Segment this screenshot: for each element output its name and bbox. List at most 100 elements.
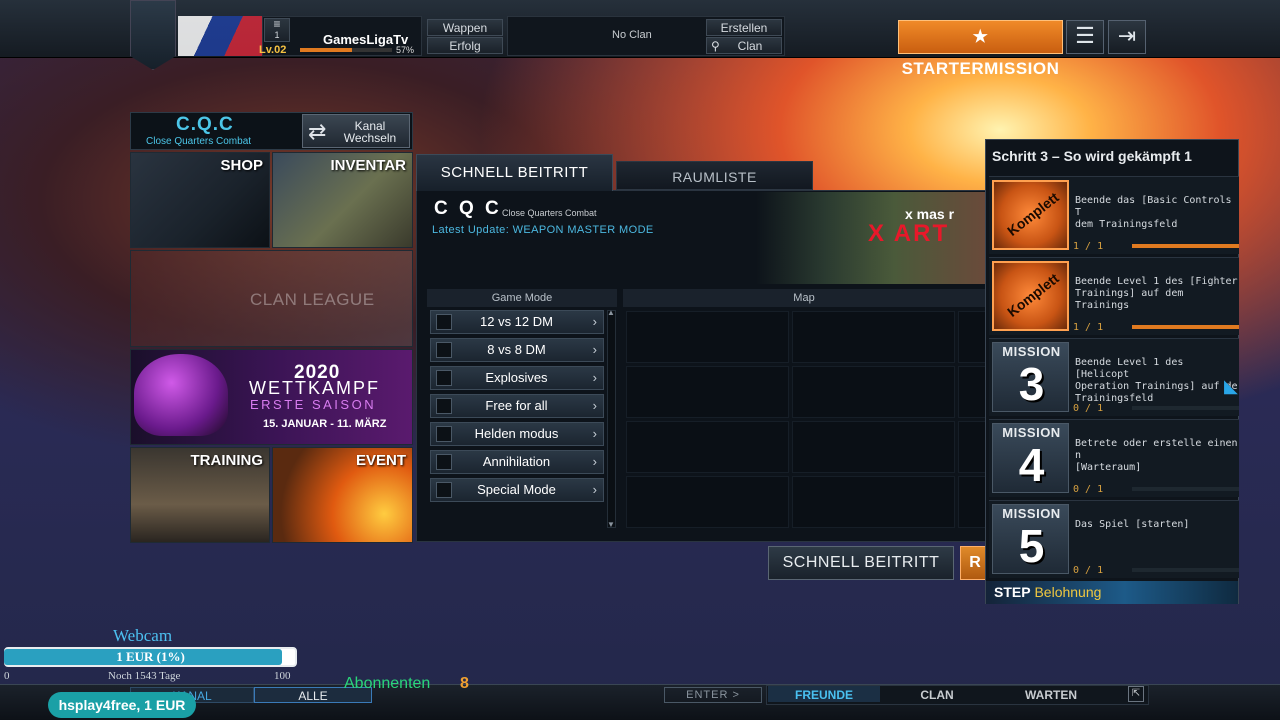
- mission-progress-fill: [1132, 244, 1239, 248]
- mission-number: 3: [1018, 358, 1045, 410]
- shop-label: SHOP: [220, 157, 263, 174]
- tab-raumliste[interactable]: RAUMLISTE: [616, 161, 813, 190]
- belohnung-label: Belohnung: [1034, 584, 1102, 600]
- mission-number: 5: [1018, 520, 1045, 572]
- subscriber-count: 8: [460, 675, 469, 692]
- wettkampf-date: 15. JANUAR - 11. MÄRZ: [263, 418, 387, 430]
- clan-create-button[interactable]: Erstellen: [706, 19, 782, 36]
- gamemode-item[interactable]: 8 vs 8 DM ›: [430, 338, 604, 362]
- map-slot[interactable]: [626, 366, 789, 418]
- player-level: Lv.02: [259, 44, 287, 56]
- gamemode-label: Explosives: [485, 370, 548, 385]
- mission-number-icon: MISSION 4: [992, 423, 1069, 493]
- map-slot[interactable]: [958, 421, 988, 473]
- mission-row[interactable]: MISSION 3 Beende Level 1 des [Helicopt Ope…: [989, 338, 1239, 416]
- event-tile[interactable]: EVENT: [272, 447, 413, 543]
- map-slot[interactable]: [626, 421, 789, 473]
- tab-schnell-beitritt[interactable]: SCHNELL BEITRITT: [416, 154, 613, 191]
- channel-title: C.Q.C: [176, 114, 234, 135]
- mission-progress: 1 / 1: [1073, 241, 1104, 252]
- star-icon: ★: [972, 27, 989, 46]
- gamemode-label: Helden modus: [474, 426, 559, 441]
- scroll-up-icon[interactable]: ▲: [607, 308, 615, 317]
- channel-heading: C Q C: [434, 198, 502, 219]
- gamemode-scrollbar[interactable]: [607, 310, 616, 528]
- chat-enter-button[interactable]: ENTER >: [664, 687, 762, 703]
- search-icon: ⚲: [711, 39, 720, 53]
- mission-description: Beende Level 1 des [Helicopt Operation T…: [1075, 357, 1238, 404]
- chevron-right-icon: ›: [592, 314, 597, 329]
- gamemode-item[interactable]: 12 vs 12 DM ›: [430, 310, 604, 334]
- startermission-button[interactable]: ★ STARTERMISSION: [898, 20, 1063, 78]
- komplett-label: Komplett: [1004, 270, 1062, 320]
- last-donor-badge: hsplay4free, 1 EUR: [48, 692, 196, 718]
- map-slot[interactable]: [626, 311, 789, 363]
- mission-progress-bar: [1132, 568, 1239, 572]
- country-flag: [178, 16, 264, 56]
- mission-row[interactable]: Komplett Beende Level 1 des [Fighter Trai…: [989, 257, 1239, 335]
- map-slot[interactable]: [626, 476, 789, 528]
- mission-progress: 0 / 1: [1073, 565, 1104, 576]
- gamemode-label: Special Mode: [477, 482, 556, 497]
- mission-progress: 1 / 1: [1073, 322, 1104, 333]
- mission-row[interactable]: MISSION 4 Betrete oder erstelle einen n [W…: [989, 419, 1239, 497]
- mission-row[interactable]: Komplett Beende das [Basic Controls T dem…: [989, 176, 1239, 254]
- rank-icon: ≡ 1: [264, 18, 290, 42]
- xp-bar: [300, 48, 392, 52]
- mission-progress-bar: [1132, 406, 1239, 410]
- gamemode-item[interactable]: Explosives ›: [430, 366, 604, 390]
- mission-progress: 0 / 1: [1073, 403, 1104, 414]
- map-slot[interactable]: [792, 476, 955, 528]
- chevron-right-icon: ›: [592, 482, 597, 497]
- wettkampf-season: ERSTE SAISON: [250, 397, 377, 412]
- mission-progress-bar: [1132, 487, 1239, 491]
- reward-step[interactable]: STEP Belohnung: [986, 581, 1238, 604]
- banner-line-2: X ART: [868, 220, 950, 247]
- exit-icon[interactable]: ⇥: [1108, 20, 1146, 54]
- mission-row[interactable]: MISSION 5 Das Spiel [starten] 0 / 1: [989, 500, 1239, 578]
- expand-icon[interactable]: ⇱: [1128, 686, 1144, 702]
- wappen-button[interactable]: Wappen: [427, 19, 503, 36]
- mission-description: Das Spiel [starten]: [1075, 519, 1190, 530]
- gamemode-label: 8 vs 8 DM: [487, 342, 546, 357]
- tab-warten[interactable]: WARTEN: [1011, 688, 1091, 702]
- chevron-right-icon: ›: [592, 398, 597, 413]
- latest-update: Latest Update: WEAPON MASTER MODE: [432, 224, 654, 236]
- map-header: Map: [623, 289, 985, 307]
- event-label: EVENT: [355, 452, 406, 469]
- quick-join-button[interactable]: SCHNELL BEITRITT: [768, 546, 954, 580]
- donation-max: 100: [274, 670, 291, 682]
- donation-goal-text: 1 EUR (1%): [116, 649, 185, 664]
- gamemode-item[interactable]: Free for all ›: [430, 394, 604, 418]
- map-slot[interactable]: [958, 476, 988, 528]
- mission-progress-bar: [1132, 244, 1239, 248]
- inventar-tile[interactable]: INVENTAR: [272, 152, 413, 248]
- training-tile[interactable]: TRAINING: [130, 447, 270, 543]
- clan-search-button[interactable]: ⚲ Clan: [706, 37, 782, 54]
- map-slot[interactable]: [958, 366, 988, 418]
- channel-heading-sub: Close Quarters Combat: [502, 208, 597, 218]
- map-slot[interactable]: [792, 311, 955, 363]
- mission-description: Beende Level 1 des [Fighter Trainings] a…: [1075, 276, 1238, 311]
- clan-status: No Clan: [612, 29, 652, 41]
- clan-search-label: Clan: [737, 39, 763, 53]
- gamemode-item[interactable]: Annihilation ›: [430, 450, 604, 474]
- erfolg-button[interactable]: Erfolg: [427, 37, 503, 54]
- mission-progress: 0 / 1: [1073, 484, 1104, 495]
- map-slot[interactable]: [792, 366, 955, 418]
- shop-tile[interactable]: SHOP: [130, 152, 270, 248]
- tab-freunde[interactable]: FREUNDE: [784, 688, 864, 702]
- webcam-label: Webcam: [113, 626, 173, 645]
- tab-clan[interactable]: CLAN: [897, 688, 977, 702]
- xp-percent: 57%: [396, 45, 415, 55]
- scroll-down-icon[interactable]: ▼: [607, 520, 615, 529]
- list-icon[interactable]: ☰: [1066, 20, 1104, 54]
- kanal-label-2: Wechseln: [343, 131, 397, 145]
- map-slot[interactable]: [958, 311, 988, 363]
- mission-description: Betrete oder erstelle einen n [Warteraum…: [1075, 438, 1238, 473]
- mission-complete-icon: Komplett: [992, 180, 1069, 250]
- gamemode-item[interactable]: Helden modus ›: [430, 422, 604, 446]
- helmet-image: [134, 354, 228, 436]
- gamemode-item[interactable]: Special Mode ›: [430, 478, 604, 502]
- map-slot[interactable]: [792, 421, 955, 473]
